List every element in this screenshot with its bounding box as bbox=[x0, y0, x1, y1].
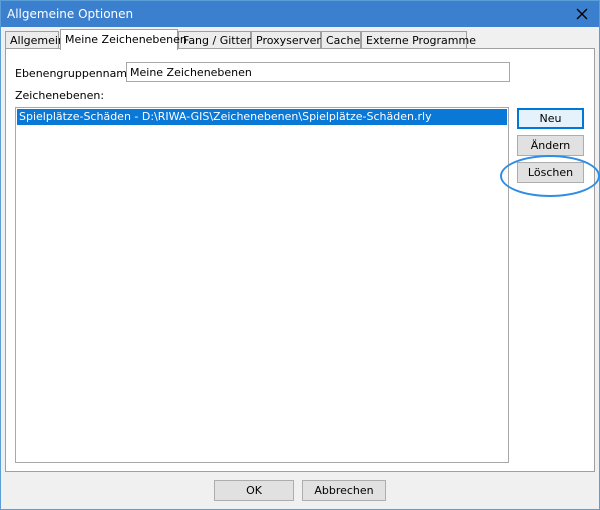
close-button[interactable] bbox=[565, 1, 599, 27]
dialog-footer: OK Abbrechen bbox=[1, 473, 599, 509]
tab-externe-programme[interactable]: Externe Programme bbox=[361, 31, 476, 49]
tab-proxyserver[interactable]: Proxyserver bbox=[251, 31, 321, 49]
tab-cache[interactable]: Cache bbox=[321, 31, 361, 49]
window-title: Allgemeine Optionen bbox=[7, 7, 134, 21]
options-dialog: Allgemeine Optionen Allgemein Meine Zeic… bbox=[0, 0, 600, 510]
delete-button[interactable]: Löschen bbox=[517, 162, 584, 183]
cancel-button[interactable]: Abbrechen bbox=[302, 480, 386, 501]
tab-strip: Allgemein Meine Zeichenebenen Fang / Git… bbox=[5, 29, 597, 50]
tab-meine-zeichenebenen[interactable]: Meine Zeichenebenen bbox=[60, 29, 187, 50]
edit-button[interactable]: Ändern bbox=[517, 135, 584, 156]
new-button[interactable]: Neu bbox=[517, 108, 584, 129]
tab-allgemein[interactable]: Allgemein bbox=[5, 31, 65, 49]
group-name-input[interactable] bbox=[126, 62, 510, 82]
tab-fang-gitter[interactable]: Fang / Gitter bbox=[178, 31, 251, 49]
tab-panel: Ebenengruppenname: Zeichenebenen: Spielp… bbox=[5, 48, 595, 472]
title-bar[interactable]: Allgemeine Optionen bbox=[1, 1, 599, 27]
group-name-label: Ebenengruppenname: bbox=[15, 67, 138, 80]
ok-button[interactable]: OK bbox=[214, 480, 294, 501]
list-item[interactable]: Spielplätze-Schäden - D:\RIWA-GIS\Zeiche… bbox=[17, 109, 507, 125]
layers-label: Zeichenebenen: bbox=[15, 89, 105, 102]
layers-list[interactable]: Spielplätze-Schäden - D:\RIWA-GIS\Zeiche… bbox=[15, 107, 509, 463]
close-icon bbox=[576, 8, 588, 20]
